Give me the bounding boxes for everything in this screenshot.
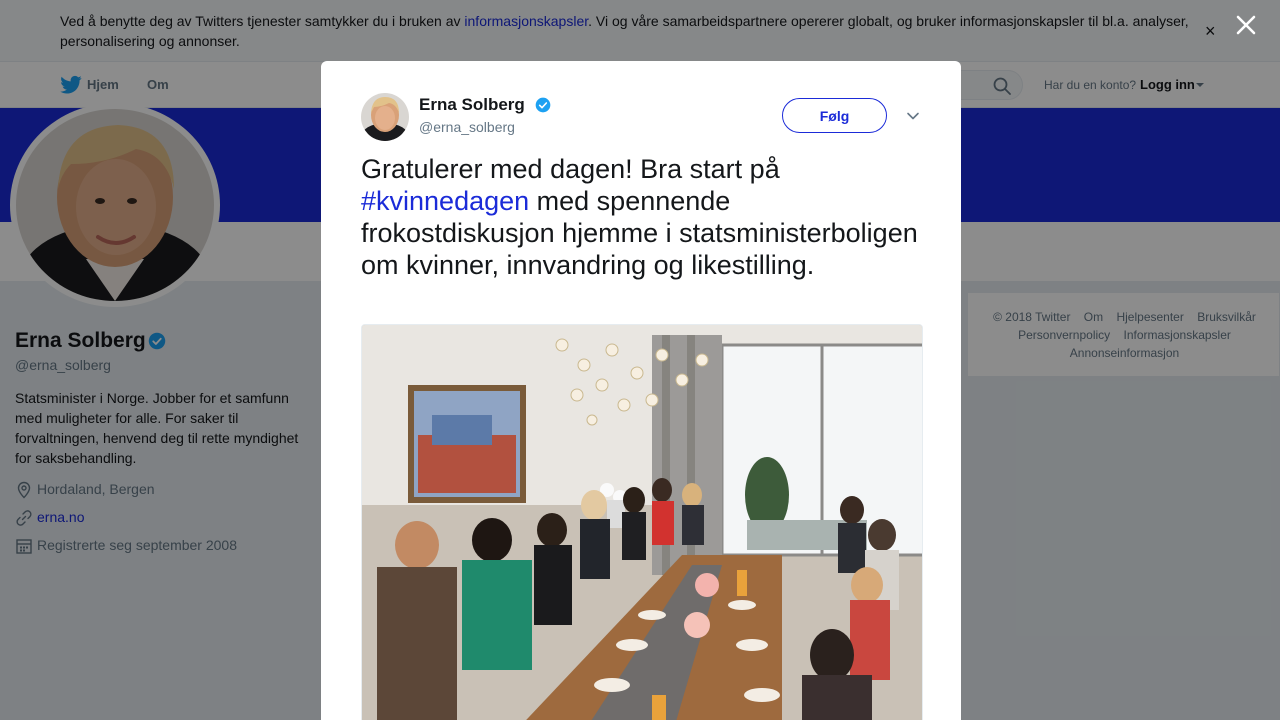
chevron-down-icon[interactable]	[906, 109, 920, 123]
tweet-text: Gratulerer med dagen! Bra start på #kvin…	[361, 153, 931, 281]
tweet-author-avatar[interactable]	[361, 93, 409, 141]
verified-badge-icon	[535, 97, 551, 113]
close-icon[interactable]	[1233, 12, 1259, 38]
tweet-modal: Erna Solberg @erna_solberg Følg Gratuler…	[321, 61, 961, 720]
tweet-author-name[interactable]: Erna Solberg	[419, 95, 525, 115]
tweet-photo[interactable]	[361, 324, 923, 720]
tweet-author-handle[interactable]: @erna_solberg	[419, 119, 515, 135]
tweet-text-part-1: Gratulerer med dagen! Bra start på	[361, 154, 780, 184]
hashtag-link[interactable]: #kvinnedagen	[361, 186, 529, 216]
follow-button[interactable]: Følg	[782, 98, 887, 133]
